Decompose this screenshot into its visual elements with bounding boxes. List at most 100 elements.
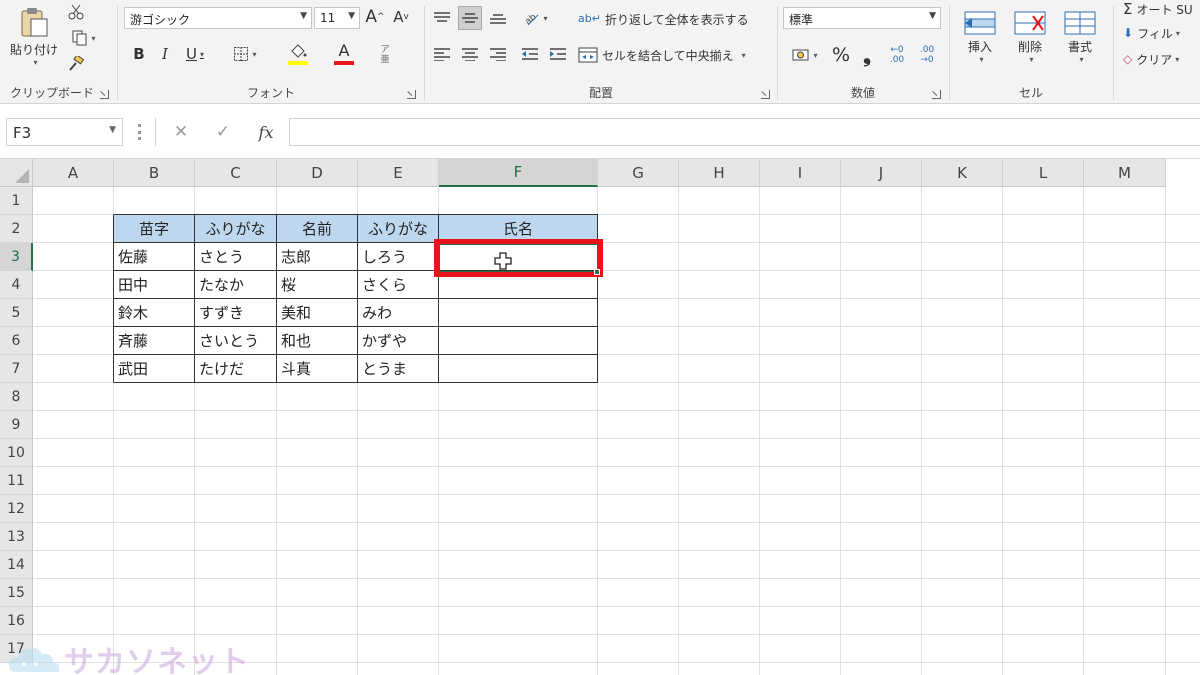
shrink-font-button[interactable]: Av: [390, 6, 412, 28]
column-header-a[interactable]: A: [33, 159, 114, 187]
table-cell[interactable]: さとう: [195, 243, 276, 270]
table-cell[interactable]: [439, 355, 597, 382]
table-cell[interactable]: 鈴木: [114, 299, 194, 326]
row-header-11[interactable]: 11: [0, 467, 33, 495]
column-header-l[interactable]: L: [1003, 159, 1084, 187]
table-header-cell[interactable]: 苗字: [114, 215, 194, 242]
row-header-6[interactable]: 6: [0, 327, 33, 355]
confirm-entry-button[interactable]: ✓: [210, 120, 236, 144]
increase-decimal-button[interactable]: ←0 .00: [883, 40, 911, 70]
clear-button[interactable]: ◇ クリア ▾: [1123, 50, 1199, 68]
cancel-entry-button[interactable]: ✕: [168, 120, 194, 144]
row-header-5[interactable]: 5: [0, 299, 33, 327]
column-header-g[interactable]: G: [598, 159, 679, 187]
align-center-button[interactable]: [458, 42, 482, 66]
alignment-launcher-icon[interactable]: [761, 90, 770, 99]
row-header-15[interactable]: 15: [0, 579, 33, 607]
cut-button[interactable]: [66, 2, 86, 22]
percent-button[interactable]: %: [829, 42, 853, 68]
column-header-i[interactable]: I: [760, 159, 841, 187]
table-cell[interactable]: みわ: [358, 299, 438, 326]
number-launcher-icon[interactable]: [932, 90, 941, 99]
row-header-1[interactable]: 1: [0, 187, 33, 215]
table-cell[interactable]: しろう: [358, 243, 438, 270]
decrease-decimal-button[interactable]: .00 →0: [913, 40, 941, 70]
grow-font-button[interactable]: A ^: [364, 6, 386, 28]
column-header-d[interactable]: D: [277, 159, 358, 187]
row-header-4[interactable]: 4: [0, 271, 33, 299]
table-header-cell[interactable]: ふりがな: [358, 215, 438, 242]
row-header-3[interactable]: 3: [0, 243, 33, 271]
formula-bar-handle[interactable]: [138, 124, 142, 140]
column-header-b[interactable]: B: [114, 159, 195, 187]
table-cell[interactable]: 桜: [277, 271, 357, 298]
underline-button[interactable]: U ▾: [180, 42, 210, 66]
format-painter-button[interactable]: [66, 54, 86, 74]
comma-button[interactable]: ❟: [857, 42, 877, 68]
delete-cells-button[interactable]: 削除 ▾: [1007, 2, 1053, 72]
align-middle-button[interactable]: [458, 6, 482, 30]
table-header-cell[interactable]: ふりがな: [195, 215, 276, 242]
align-left-button[interactable]: [430, 42, 454, 66]
decrease-indent-button[interactable]: [518, 42, 542, 66]
fill-handle[interactable]: [594, 269, 600, 275]
fill-color-button[interactable]: [278, 40, 318, 68]
row-header-9[interactable]: 9: [0, 411, 33, 439]
table-cell[interactable]: [439, 327, 597, 354]
table-cell[interactable]: 田中: [114, 271, 194, 298]
table-cell[interactable]: かずや: [358, 327, 438, 354]
orientation-button[interactable]: ab ▾: [518, 6, 552, 30]
column-header-m[interactable]: M: [1084, 159, 1166, 187]
table-header-cell[interactable]: 名前: [277, 215, 357, 242]
table-cell[interactable]: さくら: [358, 271, 438, 298]
select-all-button[interactable]: [0, 159, 33, 187]
name-box[interactable]: F3 ▼: [6, 118, 123, 146]
phonetic-button[interactable]: ア亜: [372, 42, 398, 68]
table-cell[interactable]: さいとう: [195, 327, 276, 354]
column-header-f[interactable]: F: [439, 159, 598, 187]
column-header-e[interactable]: E: [358, 159, 439, 187]
align-right-button[interactable]: [486, 42, 510, 66]
column-header-j[interactable]: J: [841, 159, 922, 187]
table-header-cell[interactable]: 氏名: [439, 215, 597, 242]
borders-button[interactable]: ▾: [224, 42, 266, 66]
insert-function-button[interactable]: fx: [252, 120, 280, 144]
table-cell[interactable]: たなか: [195, 271, 276, 298]
row-header-12[interactable]: 12: [0, 495, 33, 523]
row-header-2[interactable]: 2: [0, 215, 33, 243]
insert-cells-button[interactable]: 挿入 ▾: [957, 2, 1003, 72]
column-header-h[interactable]: H: [679, 159, 760, 187]
worksheet-grid[interactable]: ABCDEFGHIJKLM 1 2 3 4 5 6 7 8 9 10 11 12 13 14 15 16 17 …: [0, 159, 1200, 675]
table-cell[interactable]: [439, 299, 597, 326]
wrap-text-button[interactable]: ab↵ 折り返して全体を表示する: [578, 6, 758, 32]
table-cell[interactable]: 志郎: [277, 243, 357, 270]
column-header-k[interactable]: K: [922, 159, 1003, 187]
row-header-10[interactable]: 10: [0, 439, 33, 467]
font-launcher-icon[interactable]: [407, 90, 416, 99]
table-cell[interactable]: 和也: [277, 327, 357, 354]
table-cell[interactable]: すずき: [195, 299, 276, 326]
row-header-13[interactable]: 13: [0, 523, 33, 551]
accounting-format-button[interactable]: ▾: [785, 42, 825, 68]
clipboard-launcher-icon[interactable]: [100, 90, 109, 99]
align-bottom-button[interactable]: [486, 6, 510, 30]
table-cell[interactable]: 武田: [114, 355, 194, 382]
table-cell[interactable]: たけだ: [195, 355, 276, 382]
italic-button[interactable]: I: [154, 42, 176, 66]
table-cell[interactable]: 美和: [277, 299, 357, 326]
table-cell[interactable]: 佐藤: [114, 243, 194, 270]
table-cell[interactable]: とうま: [358, 355, 438, 382]
column-header-c[interactable]: C: [195, 159, 277, 187]
increase-indent-button[interactable]: [546, 42, 570, 66]
align-top-button[interactable]: [430, 6, 454, 30]
row-header-16[interactable]: 16: [0, 607, 33, 635]
row-header-8[interactable]: 8: [0, 383, 33, 411]
row-header-7[interactable]: 7: [0, 355, 33, 383]
formula-input[interactable]: [289, 118, 1200, 146]
format-cells-button[interactable]: 書式 ▾: [1057, 2, 1103, 72]
table-cell[interactable]: 斗真: [277, 355, 357, 382]
font-size-combo[interactable]: 11 ▼: [314, 7, 360, 29]
autosum-button[interactable]: Σ オート SU: [1123, 0, 1200, 18]
bold-button[interactable]: B: [128, 42, 150, 66]
font-color-button[interactable]: A: [324, 40, 364, 68]
